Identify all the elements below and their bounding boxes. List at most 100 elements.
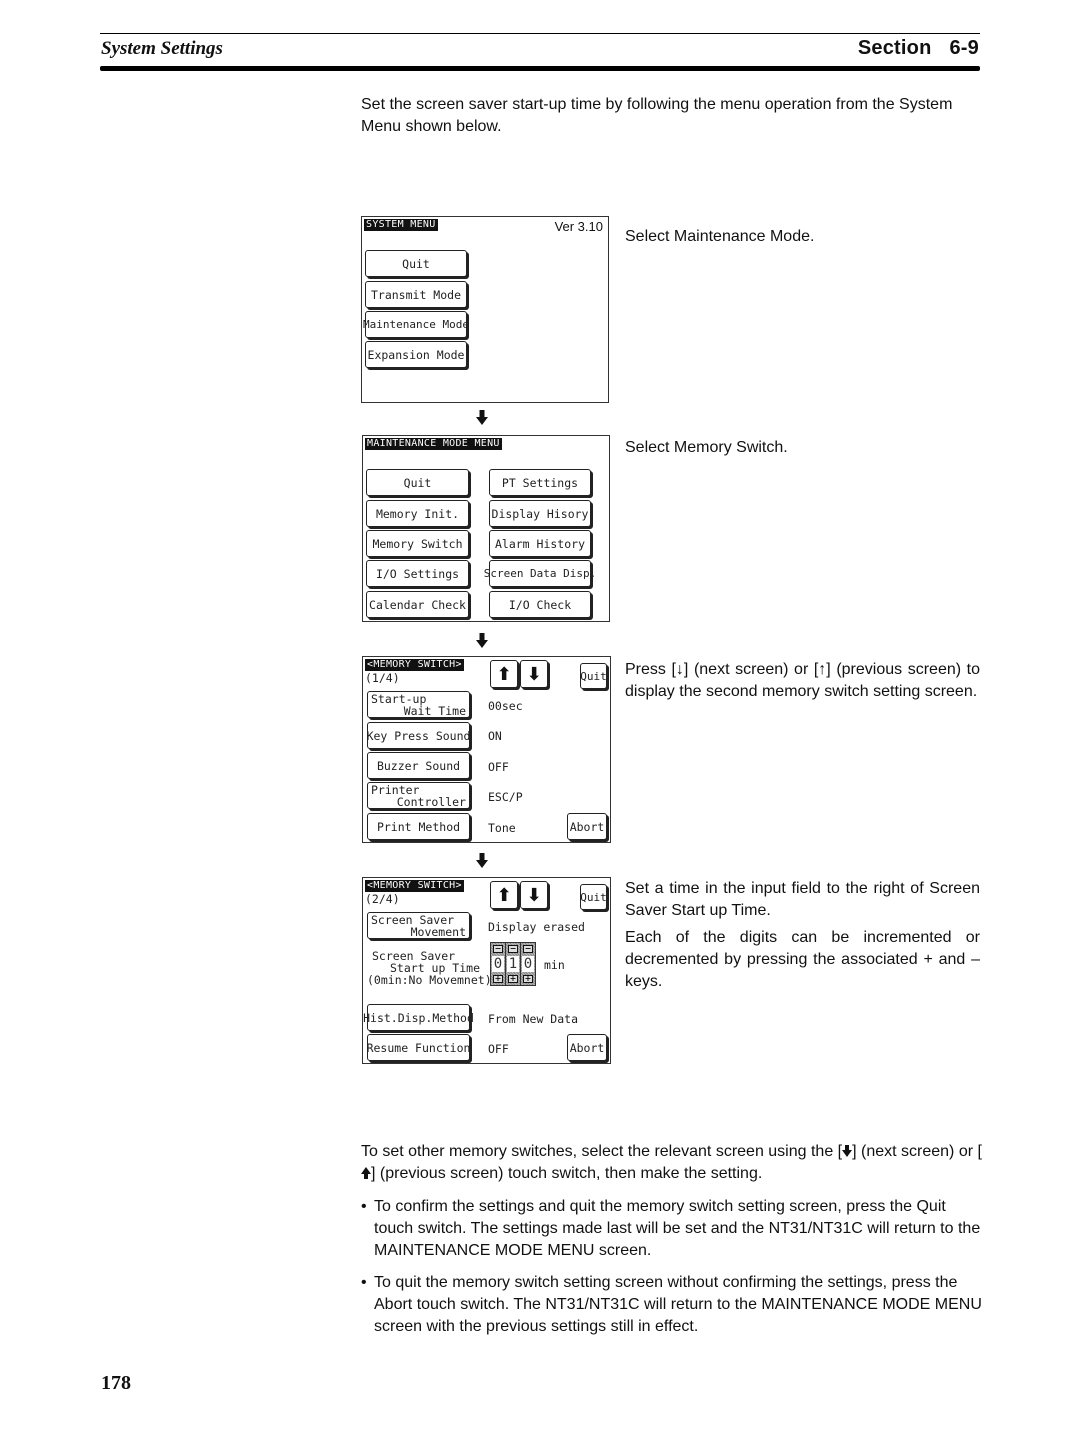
arrow-down-icon: ⬇ bbox=[526, 884, 542, 906]
print-method-value: Tone bbox=[488, 821, 516, 835]
calendar-check-button[interactable]: Calendar Check bbox=[366, 591, 469, 618]
bullet-glyph: • bbox=[361, 1198, 367, 1215]
bullet-glyph: • bbox=[361, 1274, 367, 1291]
bullet-item-abort: • To quit the memory switch setting scre… bbox=[361, 1272, 983, 1338]
previous-screen-button[interactable]: ⬆ bbox=[490, 881, 518, 909]
flow-arrow-down-icon bbox=[476, 410, 488, 425]
decrement-key[interactable]: − bbox=[523, 945, 533, 953]
section-heading: Section 6-9 bbox=[858, 37, 979, 60]
digit-value: 0 bbox=[522, 956, 534, 972]
decrement-key[interactable]: − bbox=[508, 945, 518, 953]
quit-button[interactable]: Quit bbox=[580, 663, 607, 689]
chapter-title: System Settings bbox=[101, 38, 223, 59]
intro-paragraph: Set the screen saver start-up time by fo… bbox=[361, 96, 953, 135]
header-top-rule bbox=[100, 33, 980, 34]
alarm-history-button[interactable]: Alarm History bbox=[489, 530, 591, 557]
printer-controller-button[interactable]: Printer Controller bbox=[367, 782, 470, 809]
screen-saver-start-up-time-label: Screen Saver Start up Time (0min:No Move… bbox=[367, 950, 492, 986]
page-indicator: (1/4) bbox=[365, 671, 400, 685]
resume-function-button[interactable]: Resume Function bbox=[367, 1034, 470, 1061]
abort-button[interactable]: Abort bbox=[567, 813, 607, 840]
bullet-text: To quit the memory switch setting screen… bbox=[374, 1274, 982, 1335]
flow-arrow-down-icon bbox=[476, 853, 488, 868]
button-label-line-2: Movement bbox=[410, 924, 466, 939]
quit-button[interactable]: Quit bbox=[580, 884, 607, 910]
label-line-3: (0min:No Movemnet) bbox=[367, 973, 492, 987]
resume-function-value: OFF bbox=[488, 1042, 509, 1056]
pt-settings-button[interactable]: PT Settings bbox=[489, 469, 591, 496]
version-label: Ver 3.10 bbox=[554, 219, 603, 234]
bullet-item-quit: • To confirm the settings and quit the m… bbox=[361, 1196, 983, 1262]
increment-key[interactable]: + bbox=[493, 975, 503, 983]
next-screen-arrow-icon bbox=[842, 1145, 853, 1157]
memory-switch-button[interactable]: Memory Switch bbox=[366, 530, 469, 557]
page-number: 178 bbox=[101, 1372, 131, 1394]
start-up-wait-time-button[interactable]: Start-up Wait Time bbox=[367, 691, 470, 718]
hist-disp-method-button[interactable]: Hist.Disp.Method bbox=[363, 1004, 474, 1031]
screen-data-disp-button[interactable]: Screen Data Disp. bbox=[484, 560, 596, 587]
previous-screen-button[interactable]: ⬆ bbox=[490, 660, 518, 688]
digit-ones: − 0 + bbox=[521, 943, 535, 985]
maintenance-mode-button[interactable]: Maintenance Mode bbox=[363, 311, 469, 338]
increment-key[interactable]: + bbox=[508, 975, 518, 983]
next-screen-button[interactable]: ⬇ bbox=[520, 660, 548, 688]
quit-button[interactable]: Quit bbox=[366, 469, 469, 496]
system-menu-screen: SYSTEM MENU Ver 3.10 Quit Transmit Mode … bbox=[361, 216, 609, 403]
unit-label: min bbox=[544, 958, 565, 972]
text-part: ] (previous screen) touch switch, then m… bbox=[371, 1165, 763, 1182]
buzzer-sound-button[interactable]: Buzzer Sound bbox=[367, 752, 470, 779]
abort-button[interactable]: Abort bbox=[567, 1034, 607, 1061]
digit-value: 1 bbox=[507, 956, 519, 972]
screen-saver-movement-button[interactable]: Screen Saver Movement bbox=[367, 912, 470, 939]
arrow-up-icon: ⬆ bbox=[496, 884, 512, 906]
screen-saver-movement-value: Display erased bbox=[488, 920, 585, 934]
page-indicator: (2/4) bbox=[365, 892, 400, 906]
header-rule bbox=[100, 66, 980, 71]
screen-title: <MEMORY SWITCH> bbox=[365, 659, 464, 671]
expansion-mode-button[interactable]: Expansion Mode bbox=[365, 341, 467, 368]
screen-title: <MEMORY SWITCH> bbox=[365, 880, 464, 892]
step-4-description-1: Set a time in the input field to the rig… bbox=[625, 880, 980, 919]
arrow-down-icon: ⬇ bbox=[526, 663, 542, 685]
quit-button[interactable]: Quit bbox=[365, 250, 467, 277]
start-up-time-digit-input: − 0 + − 1 + − 0 + bbox=[490, 942, 536, 986]
button-label-line-1: Screen Saver bbox=[371, 912, 455, 927]
display-history-button[interactable]: Display Hisory bbox=[489, 500, 591, 527]
arrow-up-icon: ⬆ bbox=[496, 663, 512, 685]
previous-screen-arrow-icon bbox=[361, 1167, 371, 1179]
button-label-line-1: Printer bbox=[371, 782, 420, 797]
io-settings-button[interactable]: I/O Settings bbox=[366, 560, 469, 587]
text-part: ] (next screen) or [ bbox=[852, 1143, 982, 1160]
key-press-sound-value: ON bbox=[488, 729, 502, 743]
key-press-sound-button[interactable]: Key Press Sound bbox=[367, 722, 470, 749]
printer-controller-value: ESC/P bbox=[488, 790, 523, 804]
io-check-button[interactable]: I/O Check bbox=[489, 591, 591, 618]
button-label-line-2: Controller bbox=[396, 794, 466, 809]
memory-switch-screen-1: <MEMORY SWITCH> (1/4) ⬆ ⬇ Quit Start-up W… bbox=[362, 656, 611, 843]
flow-arrow-down-icon bbox=[476, 633, 488, 648]
step-3-description: Press [↓] (next screen) or [↑] (previous… bbox=[625, 661, 980, 700]
step-4-description-2: Each of the digits can be incremented or… bbox=[625, 929, 980, 990]
digit-tens: − 1 + bbox=[506, 943, 520, 985]
memory-switch-screen-2: <MEMORY SWITCH> (2/4) ⬆ ⬇ Quit Screen Sa… bbox=[362, 877, 611, 1064]
step-1-description: Select Maintenance Mode. bbox=[625, 228, 815, 245]
other-switches-paragraph: To set other memory switches, select the… bbox=[361, 1141, 985, 1185]
maintenance-mode-menu-screen: MAINTENANCE MODE MENU Quit Memory Init. … bbox=[362, 435, 610, 622]
hist-disp-method-value: From New Data bbox=[488, 1012, 579, 1026]
section-number: 6-9 bbox=[949, 37, 979, 59]
start-up-wait-time-value: 00sec bbox=[488, 699, 523, 713]
screen-title: SYSTEM MENU bbox=[364, 219, 438, 231]
digit-value: 0 bbox=[492, 956, 504, 972]
next-screen-button[interactable]: ⬇ bbox=[520, 881, 548, 909]
transmit-mode-button[interactable]: Transmit Mode bbox=[365, 281, 467, 308]
memory-init-button[interactable]: Memory Init. bbox=[366, 500, 469, 527]
digit-hundreds: − 0 + bbox=[491, 943, 505, 985]
text-part: To set other memory switches, select the… bbox=[361, 1143, 843, 1160]
increment-key[interactable]: + bbox=[523, 975, 533, 983]
print-method-button[interactable]: Print Method bbox=[367, 813, 470, 840]
button-label-line-2: Wait Time bbox=[403, 703, 466, 718]
step-2-description: Select Memory Switch. bbox=[625, 439, 788, 456]
decrement-key[interactable]: − bbox=[493, 945, 503, 953]
screen-title: MAINTENANCE MODE MENU bbox=[365, 438, 502, 450]
button-label-line-1: Start-up bbox=[371, 691, 427, 706]
